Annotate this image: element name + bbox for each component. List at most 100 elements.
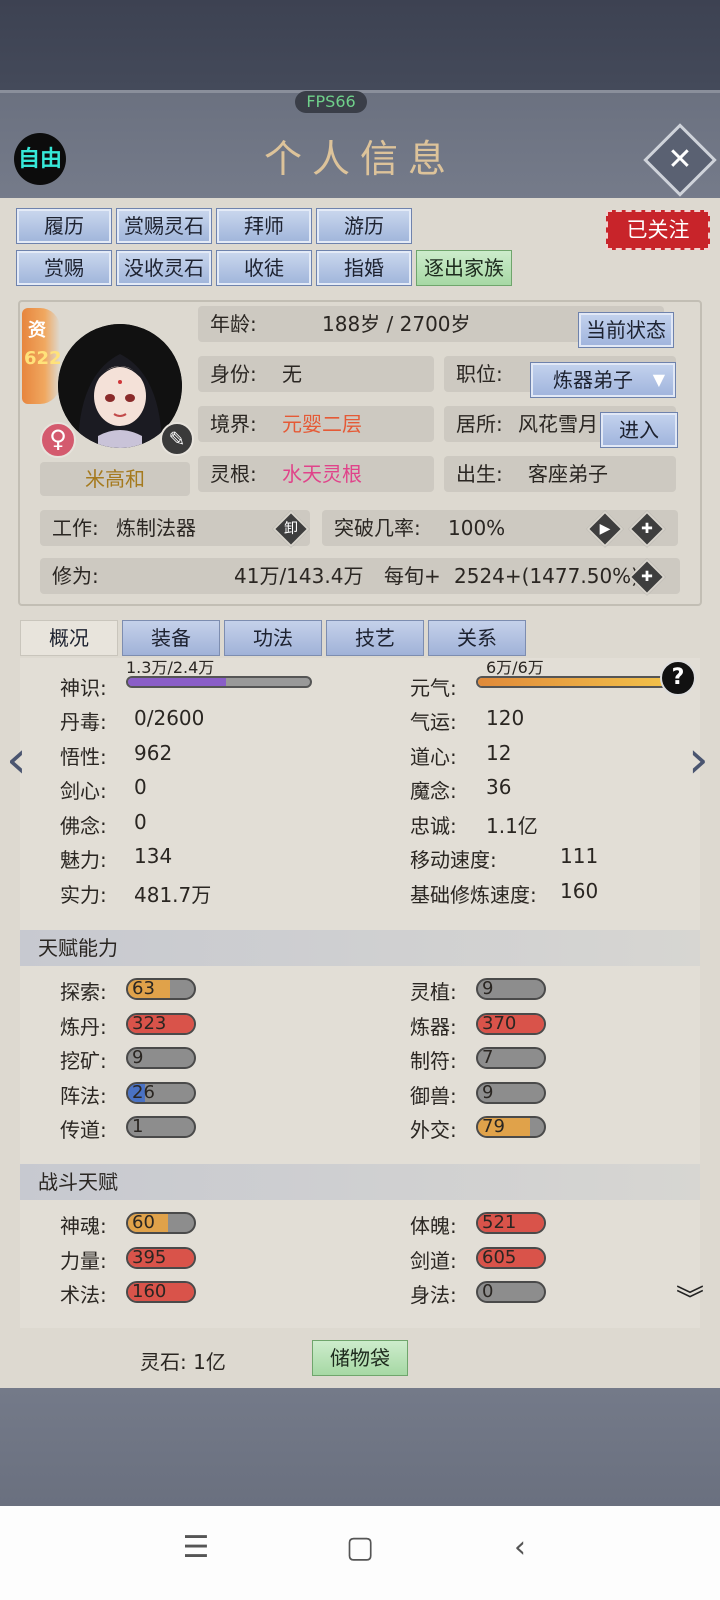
stat-label: 实力: <box>60 882 107 907</box>
combat-section-title: 战斗天赋 <box>20 1164 700 1200</box>
cultivation-per-value: 2524+(1477.50%) <box>454 564 639 588</box>
prev-arrow-icon[interactable]: ‹ <box>6 730 27 790</box>
age-label: 年龄: <box>210 312 257 336</box>
vitality-label: 元气: <box>410 676 457 700</box>
birth-label: 出生: <box>456 462 503 486</box>
help-icon[interactable]: ? <box>660 660 696 696</box>
talent-label: 剑道: <box>410 1248 457 1273</box>
talent-bar: 26 <box>126 1081 196 1104</box>
menu-icon[interactable]: ☰ <box>176 1530 216 1565</box>
root-label: 灵根: <box>210 462 257 486</box>
back-icon[interactable]: ‹ <box>500 1530 540 1565</box>
talent-label: 炼丹: <box>60 1014 107 1039</box>
close-x-icon: ✕ <box>667 142 693 177</box>
travel-button[interactable]: 游历 <box>316 208 412 244</box>
stat-value: 0 <box>134 809 147 834</box>
talent-bar: 9 <box>476 978 546 1000</box>
talent-label: 体魄: <box>410 1214 457 1238</box>
talent-bar: 7 <box>476 1047 546 1069</box>
stat-label: 忠诚: <box>410 813 457 838</box>
talent-value: 9 <box>482 978 494 999</box>
talent-bar: 605 <box>476 1246 546 1269</box>
stat-value: 134 <box>134 844 173 868</box>
stat-value: 962 <box>134 740 173 765</box>
reward-button[interactable]: 赏赐 <box>16 250 112 286</box>
stat-label: 佛念: <box>60 813 107 838</box>
arrange-marriage-button[interactable]: 指婚 <box>316 250 412 286</box>
position-value: 炼器弟子 <box>553 368 633 392</box>
tab-skills[interactable]: 技艺 <box>326 620 424 656</box>
top-bar <box>0 0 720 90</box>
talent-bar: 9 <box>476 1081 546 1104</box>
talent-value: 605 <box>482 1246 517 1268</box>
talent-label: 炼器: <box>410 1014 457 1039</box>
talent-section-title: 天赋能力 <box>20 930 700 966</box>
edit-brush-icon[interactable]: ✎ <box>160 422 194 456</box>
talent-label: 御兽: <box>410 1083 457 1108</box>
stat-value: 1.1亿 <box>486 813 538 838</box>
stat-label: 悟性: <box>60 744 107 769</box>
vitality-value: 6万/6万 <box>486 658 544 677</box>
stat-value: 111 <box>560 844 599 868</box>
stat-label: 丹毒: <box>60 710 107 734</box>
tab-relations[interactable]: 关系 <box>428 620 526 656</box>
breakthrough-value: 100% <box>448 516 506 540</box>
scroll-down-icon[interactable]: ︾ <box>676 1278 704 1318</box>
footer-bar <box>0 1388 720 1506</box>
cultivation-label: 修为: <box>52 564 99 588</box>
residence-value: 风花雪月 <box>518 412 598 436</box>
talent-value: 9 <box>132 1047 144 1068</box>
vitality-bar <box>476 676 668 688</box>
play-icon: ▶ <box>599 521 611 537</box>
identity-value: 无 <box>282 362 302 386</box>
position-dropdown[interactable]: 炼器弟子 ▼ <box>530 362 676 398</box>
apprentice-button[interactable]: 拜师 <box>216 208 312 244</box>
breakthrough-field: 突破几率: 100% <box>322 510 678 546</box>
enter-button[interactable]: 进入 <box>600 412 678 448</box>
divine-sense-label: 神识: <box>60 676 107 700</box>
female-icon: ♀ <box>40 422 76 458</box>
cultivation-per-label: 每旬+ <box>384 564 441 588</box>
realm-value: 元婴二层 <box>282 412 362 436</box>
talent-value: 370 <box>482 1012 517 1034</box>
talent-label: 制符: <box>410 1049 457 1073</box>
history-button[interactable]: 履历 <box>16 208 112 244</box>
talent-value: 323 <box>132 1012 167 1034</box>
next-arrow-icon[interactable]: › <box>688 730 709 790</box>
overview-content[interactable] <box>20 658 700 1328</box>
tab-overview[interactable]: 概况 <box>20 620 118 656</box>
follow-badge[interactable]: 已关注 <box>606 210 710 250</box>
talent-label: 外交: <box>410 1118 457 1142</box>
job-field: 工作: 炼制法器 <box>40 510 310 546</box>
current-status-button[interactable]: 当前状态 <box>578 312 674 348</box>
stat-label: 气运: <box>410 710 457 734</box>
stat-label: 基础修炼速度: <box>410 882 537 907</box>
tab-equipment[interactable]: 装备 <box>122 620 220 656</box>
talent-value: 26 <box>132 1081 155 1103</box>
vitality-fill <box>478 678 666 686</box>
confiscate-stones-button[interactable]: 没收灵石 <box>116 250 212 286</box>
tab-techniques[interactable]: 功法 <box>224 620 322 656</box>
talent-bar: 60 <box>126 1212 196 1234</box>
identity-field: 身份: 无 <box>198 356 434 392</box>
stat-value: 12 <box>486 740 512 765</box>
stat-label: 移动速度: <box>410 848 497 872</box>
talent-value: 7 <box>482 1047 494 1068</box>
storage-bag-button[interactable]: 储物袋 <box>312 1340 408 1376</box>
reward-stones-button[interactable]: 赏赐灵石 <box>116 208 212 244</box>
home-icon[interactable]: ▢ <box>340 1530 380 1565</box>
talent-label: 身法: <box>410 1283 457 1307</box>
page-title: 个人信息 <box>263 137 456 181</box>
divine-sense-value: 1.3万/2.4万 <box>126 658 215 677</box>
character-name[interactable]: 米高和 <box>40 462 190 496</box>
plus-icon: ✚ <box>641 569 653 585</box>
fps-counter: FPS66 <box>295 91 367 113</box>
expel-button[interactable]: 逐出家族 <box>416 250 512 286</box>
stat-label: 剑心: <box>60 779 107 803</box>
talent-bar: 79 <box>476 1116 546 1138</box>
divine-sense-fill <box>128 678 227 686</box>
spirit-stones-text: 灵石: 1亿 <box>140 1350 226 1374</box>
take-disciple-button[interactable]: 收徒 <box>216 250 312 286</box>
talent-value: 1 <box>132 1116 144 1137</box>
plus-icon: ✚ <box>641 521 653 537</box>
